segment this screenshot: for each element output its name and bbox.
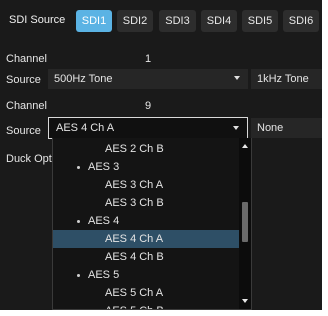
source-1-select[interactable]: 500Hz Tone [48, 69, 248, 89]
sdi-source-label: SDI Source [9, 14, 66, 26]
source-label-2: Source [6, 125, 41, 137]
source-2-right-select[interactable]: None [251, 118, 322, 138]
tab-sdi1[interactable]: SDI1 [76, 10, 112, 32]
chevron-down-icon [233, 126, 239, 130]
dropdown-item-label: AES 5 [88, 269, 120, 281]
dropdown-group-item[interactable]: AES 5 [53, 266, 241, 284]
bullet-icon [77, 274, 80, 277]
dropdown-option[interactable]: AES 4 Ch A [53, 230, 241, 248]
dropdown-item-label: AES 3 Ch B [105, 197, 164, 209]
source-2-select-value: AES 4 Ch A [56, 122, 115, 134]
channel-label-2: Channel [6, 100, 47, 112]
dropdown-item-label: AES 3 [88, 161, 120, 173]
channel-2-value: 9 [145, 100, 152, 112]
dropdown-item-label: AES 2 Ch B [105, 143, 164, 155]
dropdown-item-label: AES 4 Ch A [105, 233, 164, 245]
dropdown-group-item[interactable]: AES 4 [53, 212, 241, 230]
tab-sdi4[interactable]: SDI4 [201, 10, 237, 32]
dropdown-item-label: AES 5 Ch A [105, 287, 164, 299]
bullet-icon [77, 166, 80, 169]
bullet-icon [77, 220, 80, 223]
source-dropdown-list[interactable]: AES 2 Ch B AES 3 AES 3 Ch A AES 3 Ch B AES 4… [52, 138, 252, 310]
tab-sdi2[interactable]: SDI2 [117, 10, 153, 32]
dropdown-option[interactable]: AES 4 Ch B [53, 248, 241, 266]
source-2-right-value: None [257, 122, 284, 134]
chevron-down-icon [234, 76, 240, 80]
scroll-down-icon[interactable] [242, 299, 248, 303]
scroll-thumb[interactable] [242, 202, 248, 242]
tab-sdi6[interactable]: SDI6 [283, 10, 319, 32]
duck-option-label: Duck Opt [6, 153, 52, 165]
channel-label: Channel [6, 53, 47, 65]
source-1-right-select[interactable]: 1kHz Tone [251, 69, 322, 89]
dropdown-group-item[interactable]: AES 3 [53, 158, 241, 176]
dropdown-item-label: AES 3 Ch A [105, 179, 164, 191]
tab-sdi3[interactable]: SDI3 [159, 10, 196, 32]
dropdown-scrollbar[interactable] [239, 138, 251, 309]
dropdown-item-label: AES 4 [88, 215, 120, 227]
channel-1-value: 1 [145, 53, 152, 65]
dropdown-item-label: AES 4 Ch B [105, 251, 164, 263]
dropdown-option[interactable]: AES 2 Ch B [53, 140, 241, 158]
tab-sdi5[interactable]: SDI5 [242, 10, 278, 32]
dropdown-option[interactable]: AES 3 Ch B [53, 194, 241, 212]
dropdown-option[interactable]: AES 5 Ch A [53, 284, 241, 302]
source-2-select[interactable]: AES 4 Ch A [48, 117, 248, 139]
source-1-select-value: 500Hz Tone [54, 73, 113, 85]
scroll-up-icon[interactable] [242, 144, 248, 148]
dropdown-option[interactable]: AES 5 Ch B [53, 302, 241, 309]
source-1-right-value: 1kHz Tone [257, 73, 309, 85]
audio-source-panel: SDI Source SDI1 SDI2 SDI3 SDI4 SDI5 SDI6… [0, 0, 322, 310]
source-label: Source [6, 74, 41, 86]
dropdown-option[interactable]: AES 3 Ch A [53, 176, 241, 194]
dropdown-item-label: AES 5 Ch B [105, 305, 164, 309]
